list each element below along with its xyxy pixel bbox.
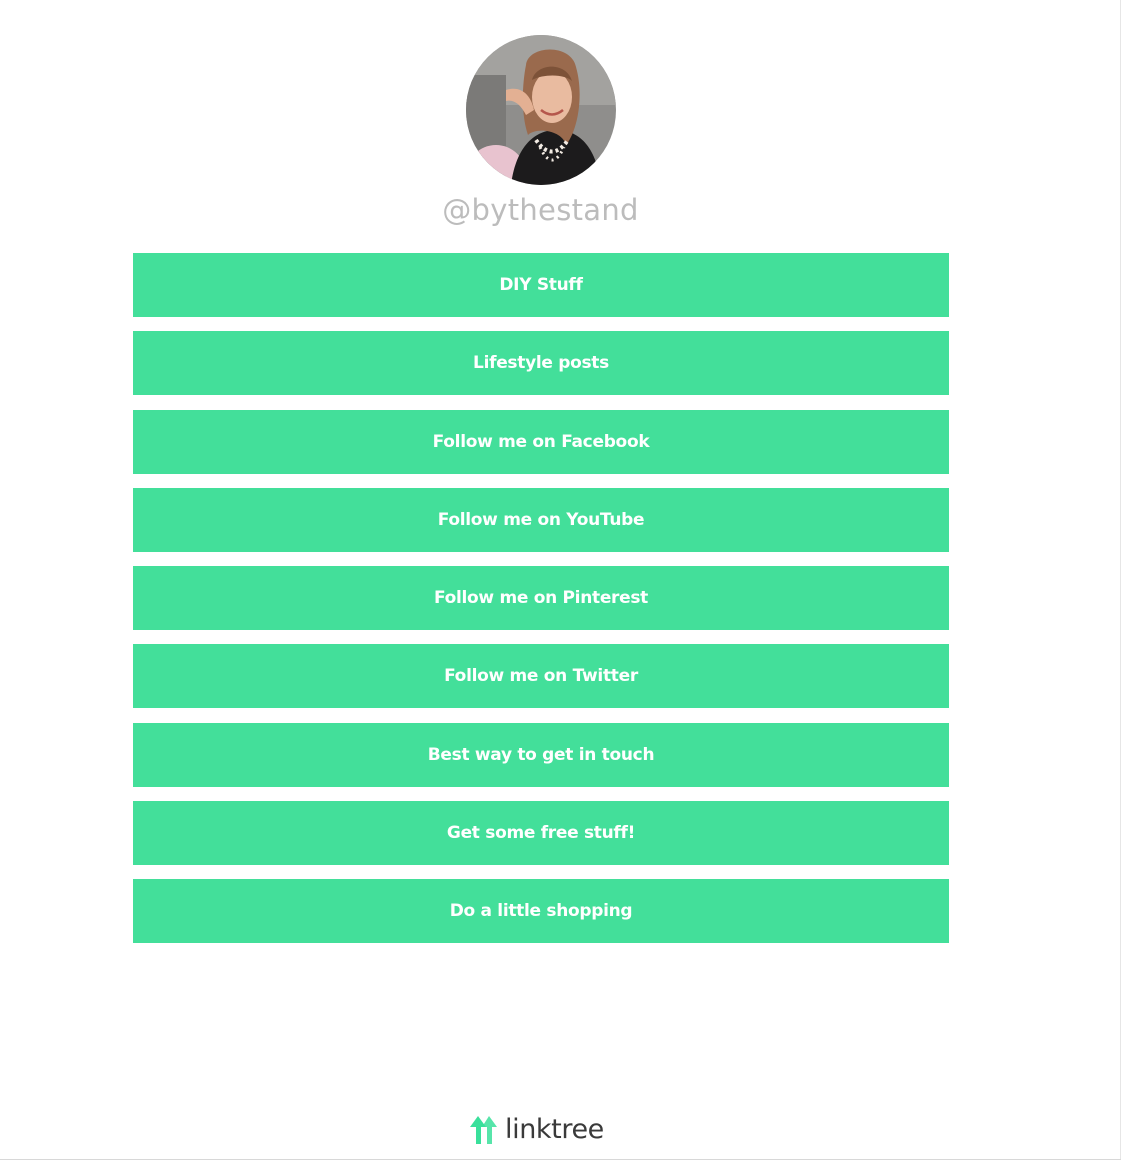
link-button-twitter[interactable]: Follow me on Twitter — [133, 644, 949, 709]
link-button-youtube[interactable]: Follow me on YouTube — [133, 487, 949, 552]
linktree-logo-icon — [470, 1116, 497, 1144]
link-button-facebook[interactable]: Follow me on Facebook — [133, 409, 949, 474]
link-button-pinterest[interactable]: Follow me on Pinterest — [133, 566, 949, 630]
avatar-photo — [466, 35, 616, 185]
link-button-get-in-touch[interactable]: Best way to get in touch — [133, 722, 949, 787]
link-button-shopping[interactable]: Do a little shopping — [133, 879, 949, 943]
footer-brand-name: linktree — [505, 1114, 604, 1145]
footer-brand-link[interactable]: linktree — [469, 1113, 604, 1147]
profile-username: @bythestand — [442, 193, 639, 227]
link-button-lifestyle-posts[interactable]: Lifestyle posts — [133, 331, 949, 396]
avatar — [466, 35, 616, 185]
link-list: DIY Stuff Lifestyle posts Follow me on F… — [133, 253, 949, 957]
link-button-diy-stuff[interactable]: DIY Stuff — [133, 253, 949, 317]
link-button-free-stuff[interactable]: Get some free stuff! — [133, 800, 949, 865]
